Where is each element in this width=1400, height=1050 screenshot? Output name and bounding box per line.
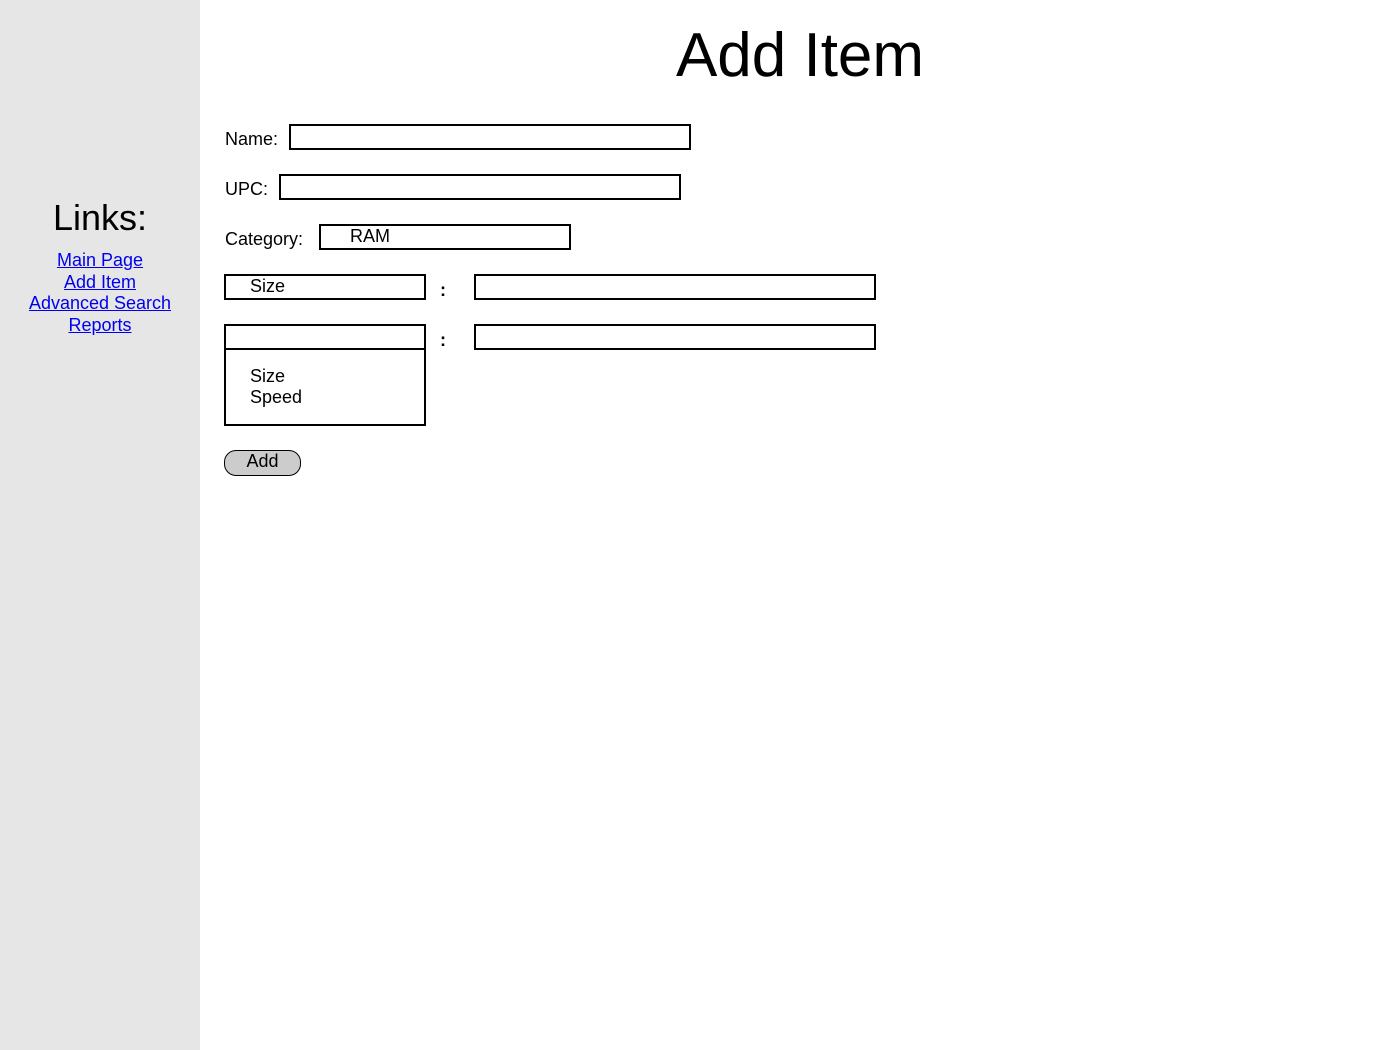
main-page-link[interactable]: Main Page <box>0 250 200 272</box>
dropdown-option-speed[interactable]: Speed <box>250 387 302 408</box>
upc-input[interactable] <box>279 174 681 200</box>
attribute-key-select-2[interactable] <box>224 324 426 350</box>
reports-link[interactable]: Reports <box>0 315 200 337</box>
attribute-options-dropdown: Size Speed <box>224 348 426 426</box>
sidebar: Links: Main Page Add Item Advanced Searc… <box>0 0 200 1050</box>
sidebar-links: Main Page Add Item Advanced Search Repor… <box>0 250 200 337</box>
attribute-value-input-1[interactable] <box>474 274 876 300</box>
attribute-key-select-1[interactable]: Size <box>224 274 426 300</box>
advanced-search-link[interactable]: Advanced Search <box>0 293 200 315</box>
dropdown-option-size[interactable]: Size <box>250 366 285 387</box>
upc-label: UPC: <box>225 179 269 199</box>
category-label: Category: <box>225 229 304 249</box>
add-button[interactable]: Add <box>224 450 301 476</box>
category-select[interactable]: RAM <box>319 224 571 250</box>
name-input[interactable] <box>289 124 691 150</box>
attribute-separator-2: : <box>440 330 446 350</box>
sidebar-title: Links: <box>52 197 148 238</box>
attribute-key-value-1: Size <box>250 276 286 296</box>
attribute-separator-1: : <box>440 280 446 300</box>
page-title: Add Item <box>675 21 925 90</box>
attribute-value-input-2[interactable] <box>474 324 876 350</box>
category-select-value: RAM <box>350 226 390 246</box>
add-item-link[interactable]: Add Item <box>0 272 200 294</box>
name-label: Name: <box>225 129 279 149</box>
